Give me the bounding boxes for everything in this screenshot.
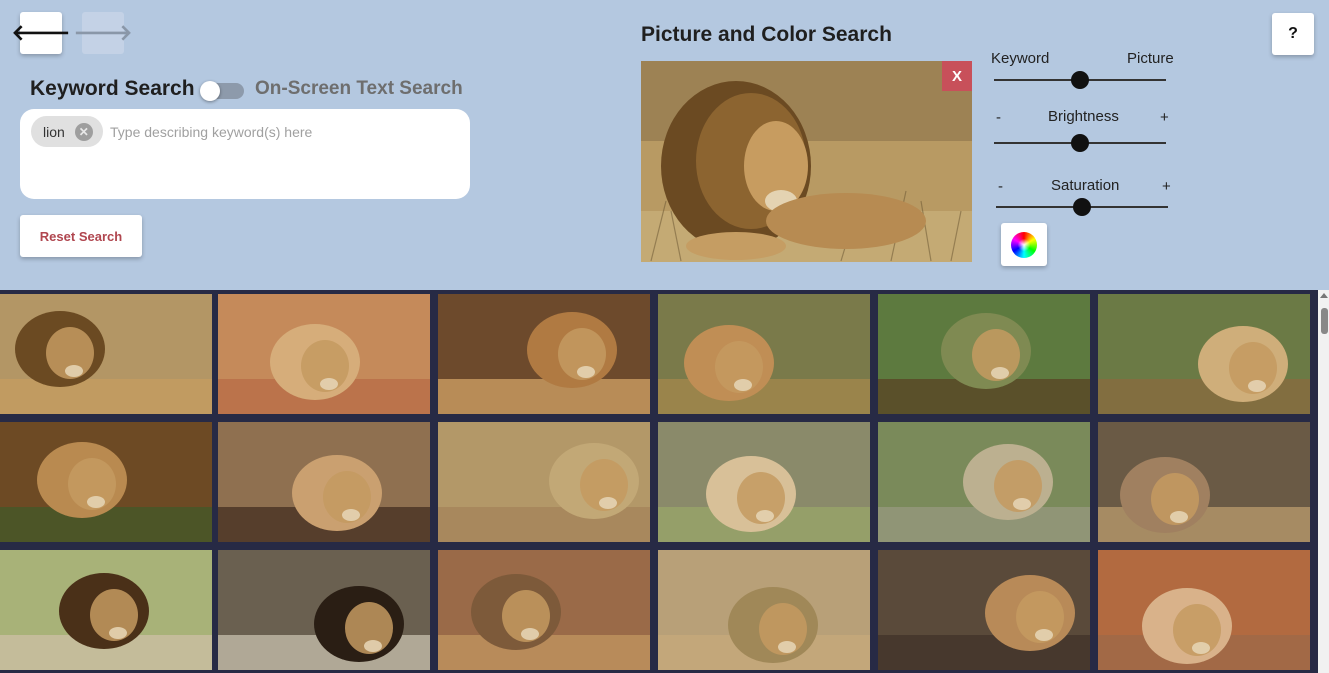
slider-thumb[interactable] [1071, 71, 1089, 89]
keyword-search-box[interactable]: lion ✕ [20, 109, 470, 199]
slider-thumb[interactable] [1071, 134, 1089, 152]
query-image [641, 61, 972, 262]
result-thumbnail[interactable] [658, 422, 870, 542]
arrow-right-icon: 🡒 [73, 20, 133, 45]
result-thumbnail[interactable] [1098, 422, 1310, 542]
color-wheel-icon [1011, 231, 1037, 258]
result-thumbnail[interactable] [218, 294, 430, 414]
keyword-chip: lion ✕ [31, 116, 103, 147]
slider-thumb[interactable] [1073, 198, 1091, 216]
chip-label: lion [43, 123, 65, 140]
keyword-search-title: Keyword Search [30, 77, 195, 100]
picture-color-search-title: Picture and Color Search [641, 23, 892, 46]
reset-search-button[interactable]: Reset Search [20, 215, 142, 257]
brightness-minus-label: - [996, 109, 1001, 126]
results-grid [0, 290, 1318, 673]
result-thumbnail[interactable] [0, 422, 212, 542]
forward-button[interactable]: 🡒 [74, 12, 133, 54]
saturation-slider[interactable] [996, 198, 1168, 216]
result-thumbnail[interactable] [0, 294, 212, 414]
result-thumbnail[interactable] [438, 294, 650, 414]
brightness-slider[interactable] [994, 134, 1166, 152]
saturation-label: Saturation [1051, 177, 1120, 194]
result-thumbnail[interactable] [218, 422, 430, 542]
result-thumbnail[interactable] [878, 550, 1090, 670]
toggle-knob [200, 81, 220, 101]
result-thumbnail[interactable] [1098, 294, 1310, 414]
on-screen-text-search-title[interactable]: On-Screen Text Search [255, 78, 463, 100]
slider-picture-label: Picture [1127, 50, 1174, 67]
brightness-plus-label: + [1160, 109, 1169, 126]
scroll-thumb[interactable] [1321, 308, 1328, 334]
brightness-label: Brightness [1048, 108, 1119, 125]
saturation-minus-label: - [998, 178, 1003, 195]
result-thumbnail[interactable] [878, 294, 1090, 414]
result-thumbnail[interactable] [0, 550, 212, 670]
keyword-picture-slider[interactable] [994, 71, 1166, 89]
result-thumbnail[interactable] [438, 422, 650, 542]
result-thumbnail[interactable] [218, 550, 430, 670]
keyword-input[interactable] [108, 119, 452, 145]
remove-picture-button[interactable]: X [942, 61, 972, 91]
arrow-left-icon: 🡐 [11, 20, 71, 45]
result-thumbnail[interactable] [658, 550, 870, 670]
chip-remove-icon[interactable]: ✕ [74, 122, 93, 141]
scrollbar[interactable] [1318, 290, 1329, 673]
saturation-plus-label: + [1162, 178, 1171, 195]
back-button[interactable]: 🡐 [12, 12, 71, 54]
color-picker-button[interactable] [1001, 223, 1047, 266]
scroll-up-icon[interactable] [1320, 293, 1328, 298]
result-thumbnail[interactable] [658, 294, 870, 414]
result-thumbnail[interactable] [878, 422, 1090, 542]
search-mode-toggle[interactable] [200, 81, 244, 101]
result-thumbnail[interactable] [438, 550, 650, 670]
slider-keyword-label: Keyword [991, 50, 1050, 67]
result-thumbnail[interactable] [1098, 550, 1310, 670]
search-panel: 🡐 🡒 ? Keyword Search On-Screen Text Sear… [0, 0, 1329, 290]
help-button[interactable]: ? [1272, 13, 1314, 55]
